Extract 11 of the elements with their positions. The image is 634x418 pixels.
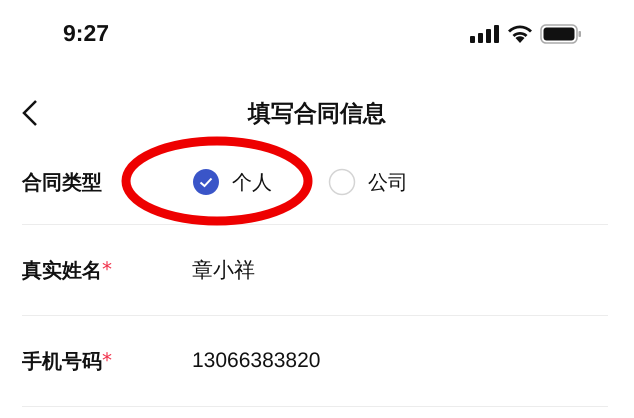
field-value[interactable]: 13066383820 <box>192 349 320 373</box>
required-mark: * <box>102 256 112 282</box>
field-label: 合同类型 <box>22 168 103 196</box>
page-title: 填写合同信息 <box>248 100 386 128</box>
radio-label[interactable]: 公司 <box>368 168 408 196</box>
field-value[interactable]: 章小祥 <box>192 256 255 284</box>
radio-label[interactable]: 个人 <box>232 168 272 196</box>
required-mark: * <box>102 348 112 374</box>
field-label: 真实姓名 <box>22 256 102 284</box>
field-label: 手机号码 <box>22 348 102 374</box>
status-time: 9:27 <box>63 20 110 47</box>
